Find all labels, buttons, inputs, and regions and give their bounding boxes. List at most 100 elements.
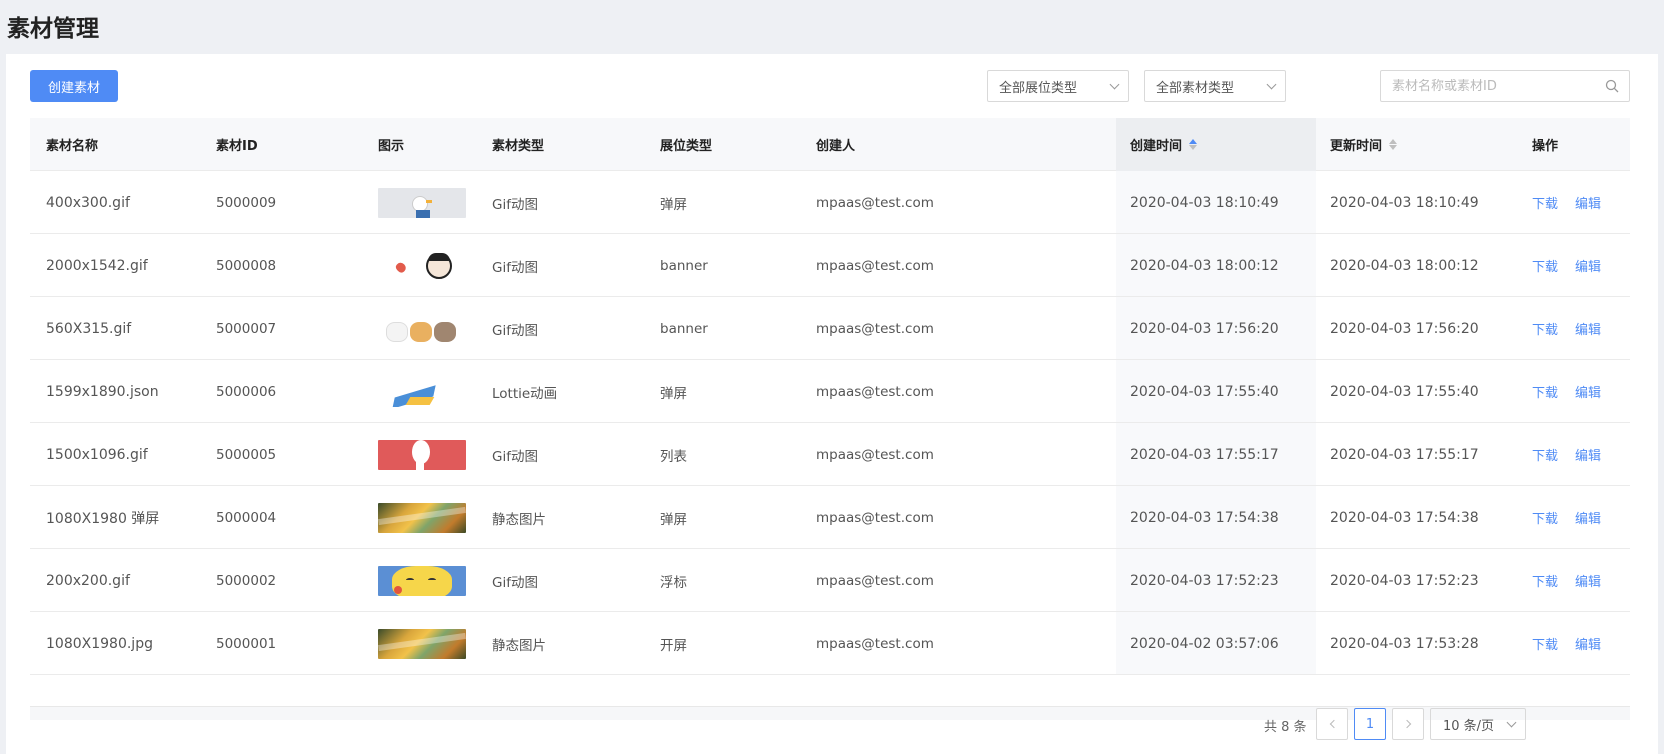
preview-thumbnail[interactable] — [378, 187, 466, 218]
cell-created: 2020-04-03 17:54:38 — [1130, 509, 1279, 526]
edit-link[interactable]: 编辑 — [1575, 256, 1601, 275]
cell-actions: 下载 编辑 — [1532, 612, 1618, 675]
cell-slot-type: banner — [660, 257, 708, 274]
table-row: 2000x1542.gif 5000008 Gif动图 banner mpaas@tes… — [30, 234, 1630, 297]
cell-material-type: Gif动图 — [492, 196, 538, 213]
cell-material-type: Gif动图 — [492, 322, 538, 339]
page-1-button[interactable]: 1 — [1354, 708, 1386, 740]
preview-thumbnail[interactable] — [378, 313, 466, 344]
cell-id: 5000005 — [216, 446, 277, 463]
sort-icon[interactable] — [1189, 139, 1198, 150]
cell-slot-type: 弹屏 — [660, 385, 687, 402]
table-body: 400x300.gif 5000009 Gif动图 弹屏 mpaas@test.com 2… — [30, 171, 1630, 675]
cell-preview — [378, 612, 466, 675]
cell-name: 1080X1980.jpg — [46, 635, 153, 652]
header-updated-sortable[interactable]: 更新时间 — [1330, 118, 1398, 171]
download-link[interactable]: 下载 — [1532, 193, 1558, 212]
download-link[interactable]: 下载 — [1532, 445, 1558, 464]
cell-creator: mpaas@test.com — [816, 446, 934, 463]
cell-actions: 下载 编辑 — [1532, 171, 1618, 234]
cell-name: 560X315.gif — [46, 320, 132, 337]
cell-creator: mpaas@test.com — [816, 383, 934, 400]
prev-page-button[interactable] — [1316, 708, 1348, 740]
header-created-sortable[interactable]: 创建时间 — [1116, 118, 1316, 171]
edit-link[interactable]: 编辑 — [1575, 634, 1601, 653]
header-actions: 操作 — [1532, 139, 1559, 154]
cell-slot-type: 弹屏 — [660, 196, 687, 213]
cell-material-type: Lottie动画 — [492, 385, 558, 402]
chevron-down-icon — [1109, 79, 1120, 89]
cell-preview — [378, 486, 466, 549]
cell-creator: mpaas@test.com — [816, 257, 934, 274]
table-row: 1080X1980 弹屏 5000004 静态图片 弹屏 mpaas@test.com 2… — [30, 486, 1630, 549]
cell-slot-type: 开屏 — [660, 637, 687, 654]
cell-actions: 下载 编辑 — [1532, 486, 1618, 549]
cell-updated: 2020-04-03 17:54:38 — [1330, 509, 1479, 526]
cell-actions: 下载 编辑 — [1532, 360, 1618, 423]
header-preview: 图示 — [378, 139, 405, 154]
page-size-select[interactable]: 10 条/页 — [1430, 708, 1526, 740]
cell-name: 2000x1542.gif — [46, 257, 148, 274]
slot-type-select[interactable]: 全部展位类型 — [987, 70, 1129, 102]
table-scrollbar[interactable] — [30, 706, 1630, 720]
chevron-right-icon — [1402, 719, 1411, 729]
header-creator: 创建人 — [816, 139, 856, 154]
table-row: 400x300.gif 5000009 Gif动图 弹屏 mpaas@test.com 2… — [30, 171, 1630, 234]
cell-slot-type: 弹屏 — [660, 511, 687, 528]
total-count: 共 8 条 — [1264, 720, 1307, 735]
preview-thumbnail[interactable] — [378, 565, 466, 596]
download-link[interactable]: 下载 — [1532, 571, 1558, 590]
cell-material-type: Gif动图 — [492, 259, 538, 276]
edit-link[interactable]: 编辑 — [1575, 508, 1601, 527]
edit-link[interactable]: 编辑 — [1575, 319, 1601, 338]
table-header: 素材名称 素材ID 图示 素材类型 展位类型 创建人 创建时间 更新时间 操作 — [30, 118, 1630, 171]
cell-preview — [378, 234, 466, 297]
material-type-select[interactable]: 全部素材类型 — [1144, 70, 1286, 102]
cell-material-type: Gif动图 — [492, 574, 538, 591]
cell-creator: mpaas@test.com — [816, 635, 934, 652]
preview-thumbnail[interactable] — [378, 628, 466, 659]
cell-creator: mpaas@test.com — [816, 572, 934, 589]
cell-id: 5000008 — [216, 257, 277, 274]
cell-updated: 2020-04-03 18:10:49 — [1330, 194, 1479, 211]
cell-preview — [378, 360, 466, 423]
cell-updated: 2020-04-03 17:55:17 — [1330, 446, 1479, 463]
preview-thumbnail[interactable] — [378, 502, 466, 533]
header-name: 素材名称 — [46, 139, 99, 154]
cell-preview — [378, 171, 466, 234]
preview-thumbnail[interactable] — [378, 376, 466, 407]
download-link[interactable]: 下载 — [1532, 634, 1558, 653]
table-row: 1500x1096.gif 5000005 Gif动图 列表 mpaas@test.co… — [30, 423, 1630, 486]
sort-icon[interactable] — [1389, 139, 1398, 150]
preview-thumbnail[interactable] — [378, 439, 466, 470]
cell-name: 1599x1890.json — [46, 383, 159, 400]
cell-preview — [378, 297, 466, 360]
download-link[interactable]: 下载 — [1532, 256, 1558, 275]
chevron-down-icon — [1266, 79, 1277, 89]
cell-material-type: Gif动图 — [492, 448, 538, 465]
header-updated: 更新时间 — [1330, 139, 1383, 154]
edit-link[interactable]: 编辑 — [1575, 193, 1601, 212]
cell-slot-type: 浮标 — [660, 574, 687, 591]
download-link[interactable]: 下载 — [1532, 508, 1558, 527]
create-material-button[interactable]: 创建素材 — [30, 70, 118, 102]
cell-creator: mpaas@test.com — [816, 509, 934, 526]
cell-material-type: 静态图片 — [492, 637, 546, 654]
next-page-button[interactable] — [1392, 708, 1424, 740]
search-input[interactable] — [1392, 78, 1605, 94]
cell-created: 2020-04-02 03:57:06 — [1130, 635, 1279, 652]
edit-link[interactable]: 编辑 — [1575, 445, 1601, 464]
cell-updated: 2020-04-03 17:52:23 — [1330, 572, 1479, 589]
cell-updated: 2020-04-03 17:55:40 — [1330, 383, 1479, 400]
preview-thumbnail[interactable] — [378, 250, 466, 281]
download-link[interactable]: 下载 — [1532, 319, 1558, 338]
cell-slot-type: banner — [660, 320, 708, 337]
edit-link[interactable]: 编辑 — [1575, 382, 1601, 401]
table-row: 1080X1980.jpg 5000001 静态图片 开屏 mpaas@test.com… — [30, 612, 1630, 675]
cell-slot-type: 列表 — [660, 448, 687, 465]
edit-link[interactable]: 编辑 — [1575, 571, 1601, 590]
search-icon[interactable] — [1605, 79, 1619, 93]
cell-actions: 下载 编辑 — [1532, 423, 1618, 486]
slot-type-select-value: 全部展位类型 — [999, 80, 1078, 96]
download-link[interactable]: 下载 — [1532, 382, 1558, 401]
